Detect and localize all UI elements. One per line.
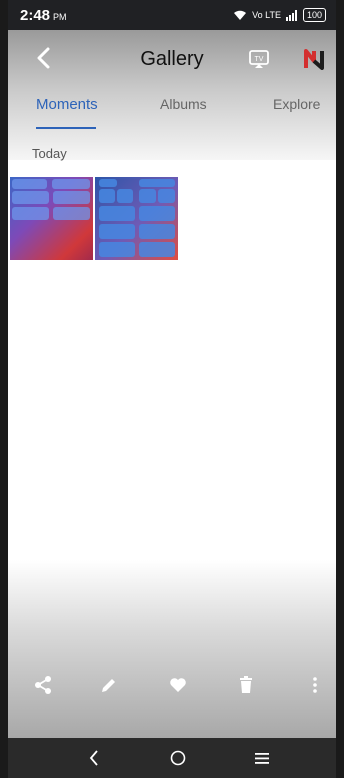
status-bar: 2:48 PM Vo LTE 100 — [8, 0, 336, 30]
photo-thumbnail[interactable] — [95, 177, 178, 260]
back-icon — [89, 750, 98, 766]
tab-albums[interactable]: Albums — [160, 96, 207, 112]
tab-moments[interactable]: Moments — [36, 96, 98, 113]
nav-back-button[interactable] — [80, 746, 108, 770]
more-button[interactable] — [302, 672, 328, 698]
share-button[interactable] — [30, 672, 56, 698]
recents-icon — [255, 753, 269, 764]
signal-icon — [285, 9, 297, 21]
app-logo-button[interactable] — [303, 48, 325, 70]
more-icon — [313, 677, 317, 693]
tab-bar: Moments Albums Explore — [8, 96, 336, 132]
page-title: Gallery — [140, 48, 204, 70]
nav-recents-button[interactable] — [248, 746, 276, 770]
delete-button[interactable] — [233, 672, 259, 698]
edit-button[interactable] — [96, 672, 122, 698]
edit-icon — [102, 679, 115, 692]
tab-underline — [36, 127, 96, 129]
network-label: Vo LTE — [252, 10, 281, 20]
tab-explore[interactable]: Explore — [273, 96, 320, 112]
nav-home-button[interactable] — [164, 746, 192, 770]
svg-text:TV: TV — [255, 56, 264, 63]
favorite-icon — [170, 678, 186, 692]
status-time-value: 2:48 — [20, 6, 51, 24]
photo-thumbnail[interactable] — [10, 177, 93, 260]
n-logo-icon — [304, 49, 324, 70]
wifi-icon — [234, 10, 247, 20]
section-header-today: Today — [32, 146, 67, 161]
system-nav-bar — [8, 738, 336, 778]
tv-cast-icon: TV — [249, 50, 269, 68]
cast-button[interactable]: TV — [248, 48, 270, 70]
share-icon — [35, 676, 51, 694]
app-bar: Gallery TV — [8, 30, 336, 88]
action-toolbar — [8, 672, 336, 702]
home-icon — [170, 750, 186, 766]
favorite-button[interactable] — [165, 672, 191, 698]
toolbar-background — [8, 560, 336, 738]
gallery-screen: 2:48 PM Vo LTE 100 Gallery TV Moments Alb… — [0, 0, 344, 778]
delete-icon — [240, 676, 252, 693]
status-icons: Vo LTE 100 — [233, 8, 326, 22]
status-time-ampm: PM — [53, 11, 67, 22]
battery-indicator: 100 — [302, 8, 326, 22]
status-time: 2:48 PM — [20, 7, 67, 24]
